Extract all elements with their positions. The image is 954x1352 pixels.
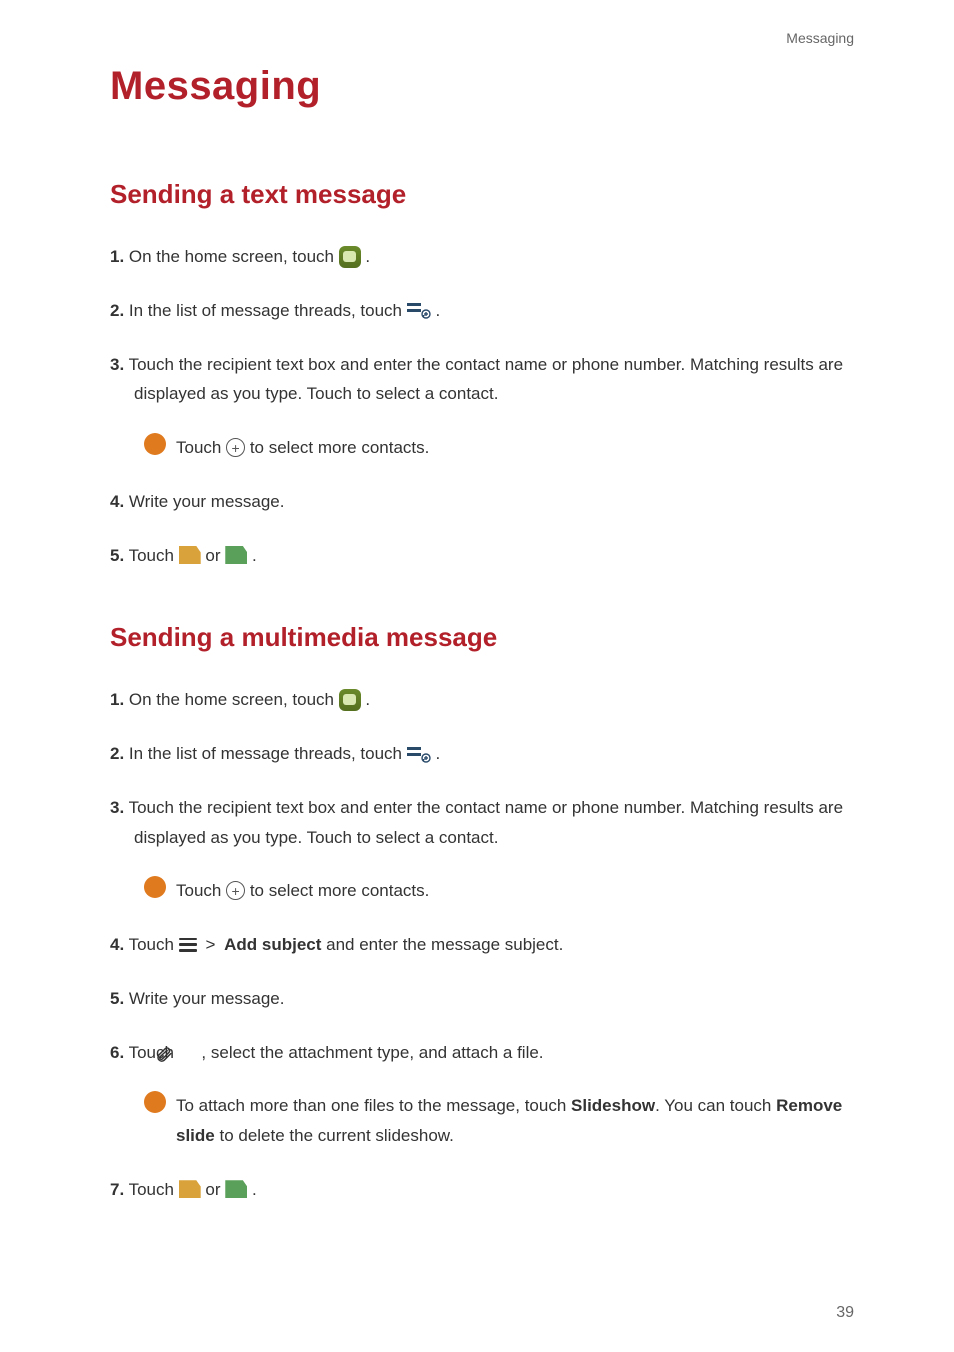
mms-step-4: 4. Touch > Add subject and enter the mes… (110, 930, 854, 960)
step-text: or (201, 1180, 226, 1199)
step-text: . (247, 546, 256, 565)
step-text: Touch (124, 546, 179, 565)
tip-text: Touch (176, 438, 226, 457)
step-text: On the home screen, touch (124, 247, 339, 266)
page-number: 39 (836, 1304, 854, 1322)
step-number: 1. (110, 247, 124, 266)
step-text: Touch (124, 1180, 179, 1199)
step-text: . (431, 744, 440, 763)
step-text: In the list of message threads, touch (124, 744, 407, 763)
step-number: 5. (110, 989, 124, 1008)
step-text: . (361, 247, 370, 266)
page-section-header: Messaging (110, 30, 854, 46)
step-text: In the list of message threads, touch (124, 301, 407, 320)
step-text: , select the attachment type, and attach… (197, 1043, 544, 1062)
tip-text: to select more contacts. (250, 881, 430, 900)
mms-step-3: 3. Touch the recipient text box and ente… (110, 793, 854, 853)
info-icon: i (144, 1091, 166, 1113)
step-number: 5. (110, 546, 124, 565)
step-text: Touch (124, 935, 179, 954)
step-text: and enter the message subject. (321, 935, 563, 954)
step-number: 2. (110, 744, 124, 763)
sim2-icon: 2 (225, 546, 247, 564)
step-number: 1. (110, 690, 124, 709)
mms-step-5: 5. Write your message. (110, 984, 854, 1014)
step-text: . (361, 690, 370, 709)
mms-step-2: 2. In the list of message threads, touch… (110, 739, 854, 769)
menu-item-add-subject: Add subject (224, 935, 321, 954)
step-text: or (201, 546, 226, 565)
mms-tip-slideshow: i To attach more than one files to the m… (110, 1091, 854, 1151)
section-title-text-message: Sending a text message (110, 179, 854, 210)
text-step-3: 3. Touch the recipient text box and ente… (110, 350, 854, 410)
sim1-icon: 1 (179, 1180, 201, 1198)
section-title-mms: Sending a multimedia message (110, 622, 854, 653)
step-number: 4. (110, 492, 124, 511)
step-text: Touch the recipient text box and enter t… (124, 355, 843, 404)
menu-item-slideshow: Slideshow (571, 1096, 655, 1115)
sim1-icon: 1 (179, 546, 201, 564)
new-message-icon (407, 301, 431, 319)
text-tip-more-contacts: i Touch + to select more contacts. (110, 433, 854, 463)
tip-text: to delete the current slideshow. (215, 1126, 454, 1145)
mms-step-7: 7. Touch 1 or 2 . (110, 1175, 854, 1205)
mms-step-6: 6. Touch , select the attachment type, a… (110, 1038, 854, 1068)
step-text: Write your message. (124, 989, 284, 1008)
step-text: Touch the recipient text box and enter t… (124, 798, 843, 847)
new-message-icon (407, 745, 431, 763)
text-step-4: 4. Write your message. (110, 487, 854, 517)
tip-text: to select more contacts. (250, 438, 430, 457)
step-number: 2. (110, 301, 124, 320)
step-number: 6. (110, 1043, 124, 1062)
tip-text: . You can touch (655, 1096, 776, 1115)
step-text: . (247, 1180, 256, 1199)
attachment-icon (179, 1043, 197, 1061)
text-step-5: 5. Touch 1 or 2 . (110, 541, 854, 571)
step-text: On the home screen, touch (124, 690, 339, 709)
tip-text: To attach more than one files to the mes… (176, 1096, 571, 1115)
step-number: 3. (110, 355, 124, 374)
info-icon: i (144, 876, 166, 898)
messaging-app-icon (339, 246, 361, 268)
step-text: Write your message. (124, 492, 284, 511)
tip-text: Touch (176, 881, 226, 900)
chapter-title: Messaging (110, 64, 854, 109)
text-step-2: 2. In the list of message threads, touch… (110, 296, 854, 326)
add-contact-icon: + (226, 438, 245, 457)
step-text: . (431, 301, 440, 320)
step-number: 3. (110, 798, 124, 817)
mms-tip-more-contacts: i Touch + to select more contacts. (110, 876, 854, 906)
text-step-1: 1. On the home screen, touch . (110, 242, 854, 272)
step-number: 7. (110, 1180, 124, 1199)
info-icon: i (144, 433, 166, 455)
add-contact-icon: + (226, 881, 245, 900)
menu-icon (179, 938, 197, 952)
step-number: 4. (110, 935, 124, 954)
sim2-icon: 2 (225, 1180, 247, 1198)
breadcrumb-separator: > (201, 935, 219, 954)
messaging-app-icon (339, 689, 361, 711)
mms-step-1: 1. On the home screen, touch . (110, 685, 854, 715)
